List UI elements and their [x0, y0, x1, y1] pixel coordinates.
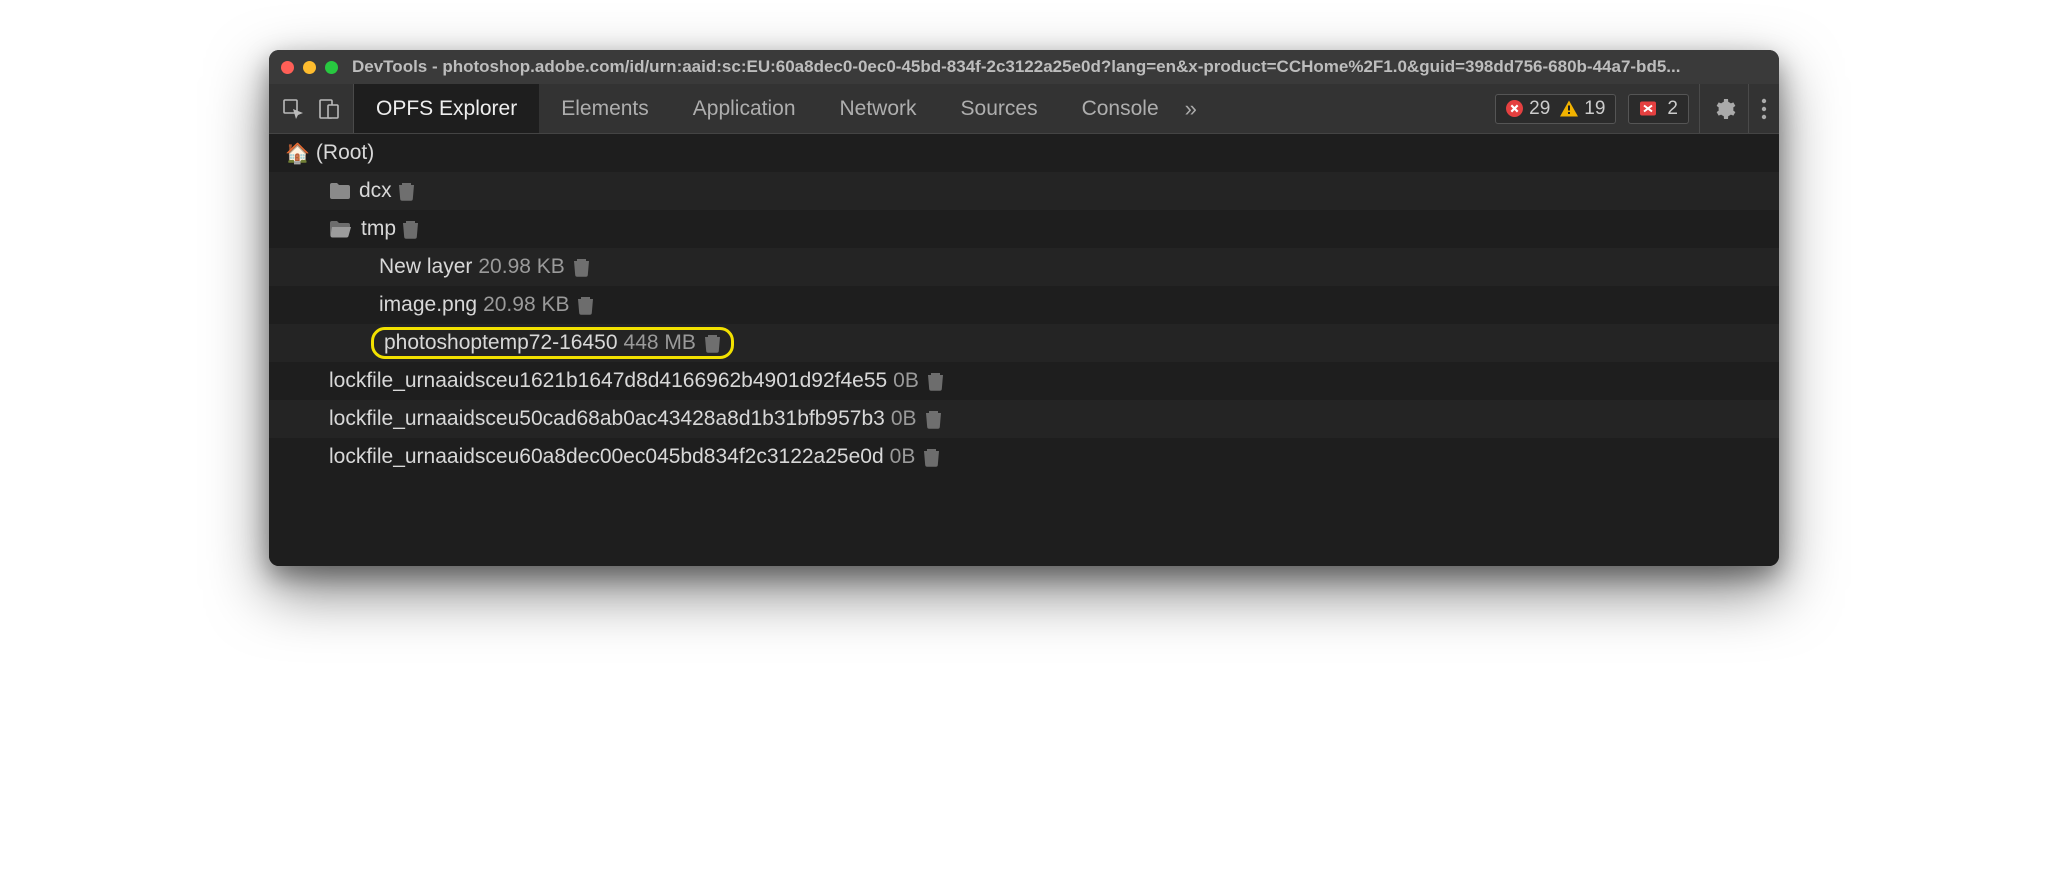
tree-folder[interactable]: tmp [269, 210, 1779, 248]
tree-file[interactable]: lockfile_urnaaidsceu1621b1647d8d4166962b… [269, 362, 1779, 400]
kebab-menu-icon[interactable] [1761, 98, 1767, 120]
file-size: 20.98 KB [483, 293, 569, 317]
tab-network[interactable]: Network [818, 84, 939, 133]
tab-elements[interactable]: Elements [539, 84, 671, 133]
delete-icon[interactable] [927, 371, 944, 391]
highlight-annotation: photoshoptemp72-16450 448 MB [371, 327, 734, 359]
tree-root[interactable]: 🏠 (Root) [269, 134, 1779, 172]
more-tabs-icon[interactable]: » [1181, 84, 1201, 133]
tree-file[interactable]: New layer 20.98 KB [269, 248, 1779, 286]
inspect-element-icon[interactable] [281, 97, 305, 121]
tab-console[interactable]: Console [1060, 84, 1181, 133]
file-size: 0B [893, 369, 919, 393]
tree-file[interactable]: lockfile_urnaaidsceu50cad68ab0ac43428a8d… [269, 400, 1779, 438]
issues-badge[interactable]: 2 [1628, 94, 1689, 124]
window-controls [281, 61, 338, 74]
settings-gear-icon[interactable] [1712, 97, 1736, 121]
tab-application[interactable]: Application [671, 84, 818, 133]
delete-icon[interactable] [402, 219, 419, 239]
tree-folder[interactable]: dcx [269, 172, 1779, 210]
file-name: New layer [379, 255, 472, 279]
tab-opfs-explorer[interactable]: OPFS Explorer [354, 84, 539, 133]
file-size: 0B [890, 445, 916, 469]
delete-icon[interactable] [398, 181, 415, 201]
file-name: lockfile_urnaaidsceu1621b1647d8d4166962b… [329, 369, 887, 393]
error-warning-badge[interactable]: 29 19 [1495, 94, 1616, 124]
tab-sources[interactable]: Sources [939, 84, 1060, 133]
error-count: 29 [1529, 98, 1550, 120]
delete-icon[interactable] [573, 257, 590, 277]
delete-icon[interactable] [925, 409, 942, 429]
tree-file-highlighted[interactable]: photoshoptemp72-16450 448 MB [269, 324, 1779, 362]
folder-icon [329, 182, 351, 200]
folder-open-icon [329, 220, 353, 238]
root-label: (Root) [316, 141, 374, 165]
zoom-window-button[interactable] [325, 61, 338, 74]
devtools-window: DevTools - photoshop.adobe.com/id/urn:aa… [269, 50, 1779, 566]
devtools-toolbar: OPFS Explorer Elements Application Netwo… [269, 84, 1779, 134]
close-window-button[interactable] [281, 61, 294, 74]
issues-icon [1639, 100, 1657, 117]
window-title: DevTools - photoshop.adobe.com/id/urn:aa… [352, 57, 1767, 77]
file-size: 20.98 KB [478, 255, 564, 279]
warning-count: 19 [1584, 98, 1605, 120]
error-icon [1506, 100, 1523, 117]
delete-icon[interactable] [923, 447, 940, 467]
folder-name: dcx [359, 179, 392, 203]
tree-file[interactable]: image.png 20.98 KB [269, 286, 1779, 324]
file-name: lockfile_urnaaidsceu50cad68ab0ac43428a8d… [329, 407, 885, 431]
minimize-window-button[interactable] [303, 61, 316, 74]
home-icon: 🏠 [285, 141, 310, 166]
warning-icon [1560, 100, 1578, 117]
file-size: 0B [891, 407, 917, 431]
file-name: image.png [379, 293, 477, 317]
opfs-tree: 🏠 (Root) dcx tmp New layer 20.98 KB [269, 134, 1779, 566]
file-name: photoshoptemp72-16450 [384, 331, 618, 355]
panel-tabs: OPFS Explorer Elements Application Netwo… [354, 84, 1201, 133]
device-toolbar-icon[interactable] [317, 97, 341, 121]
folder-name: tmp [361, 217, 396, 241]
file-size: 448 MB [624, 331, 696, 355]
issues-count: 2 [1667, 98, 1678, 120]
tree-file[interactable]: lockfile_urnaaidsceu60a8dec00ec045bd834f… [269, 438, 1779, 476]
titlebar: DevTools - photoshop.adobe.com/id/urn:aa… [269, 50, 1779, 84]
delete-icon[interactable] [577, 295, 594, 315]
file-name: lockfile_urnaaidsceu60a8dec00ec045bd834f… [329, 445, 884, 469]
delete-icon[interactable] [704, 333, 721, 353]
